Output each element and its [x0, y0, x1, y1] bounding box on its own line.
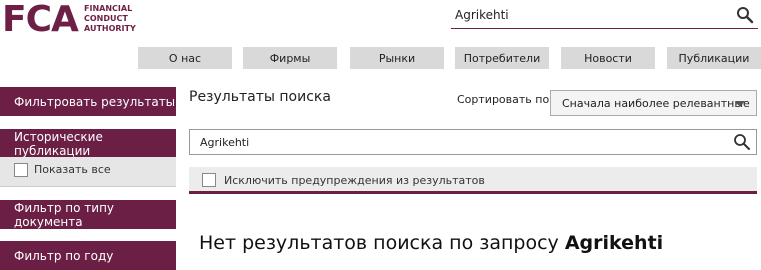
exclude-warnings-label: Исключить предупреждения из результатов: [224, 174, 485, 187]
search-icon[interactable]: [733, 133, 751, 151]
logo-text: FINANCIAL CONDUCT AUTHORITY: [84, 4, 136, 34]
no-results-query: Agrikehti: [564, 232, 664, 254]
logo-letters: FCA: [2, 0, 79, 40]
nav-item-markets[interactable]: Рынки: [350, 47, 444, 69]
show-all-row[interactable]: Показать все: [0, 157, 176, 187]
main-search[interactable]: Agrikehti: [189, 129, 757, 155]
sort-label: Сортировать по:: [457, 93, 553, 106]
doc-type-filter-button[interactable]: Фильтр по типу документа: [0, 200, 176, 229]
show-all-checkbox[interactable]: [14, 163, 28, 177]
exclude-warnings-checkbox[interactable]: [202, 173, 216, 187]
nav-item-publications[interactable]: Публикации: [667, 47, 761, 69]
sort-select-value: Сначала наиболее релевантные: [562, 96, 750, 110]
main-search-input[interactable]: Agrikehti: [200, 136, 249, 149]
no-results-message: Нет результатов поиска по запросу Agrike…: [199, 232, 663, 254]
results-title: Результаты поиска: [189, 89, 331, 105]
header-search[interactable]: Agrikehti: [451, 3, 758, 29]
show-all-label: Показать все: [34, 163, 111, 176]
exclude-warnings-row[interactable]: Исключить предупреждения из результатов: [189, 167, 757, 194]
search-icon[interactable]: [736, 6, 754, 24]
fca-logo[interactable]: FCA FINANCIAL CONDUCT AUTHORITY: [0, 0, 150, 42]
logo-line-2: CONDUCT: [84, 14, 128, 23]
nav-item-news[interactable]: Новости: [561, 47, 655, 69]
historical-publications-button[interactable]: Исторические публикации: [0, 129, 176, 158]
filter-results-button[interactable]: Фильтровать результаты: [0, 87, 176, 116]
no-results-prefix: Нет результатов поиска по запросу: [199, 232, 559, 254]
logo-line-3: AUTHORITY: [84, 24, 136, 33]
sort-select[interactable]: Сначала наиболее релевантные: [550, 90, 757, 116]
year-filter-button[interactable]: Фильтр по году: [0, 241, 176, 270]
nav-item-consumers[interactable]: Потребители: [455, 47, 549, 69]
header-search-input[interactable]: Agrikehti: [455, 8, 509, 22]
nav-item-firms[interactable]: Фирмы: [243, 47, 337, 69]
logo-line-1: FINANCIAL: [84, 4, 133, 13]
chevron-down-icon: [735, 101, 745, 107]
nav-item-about[interactable]: О нас: [138, 47, 232, 69]
